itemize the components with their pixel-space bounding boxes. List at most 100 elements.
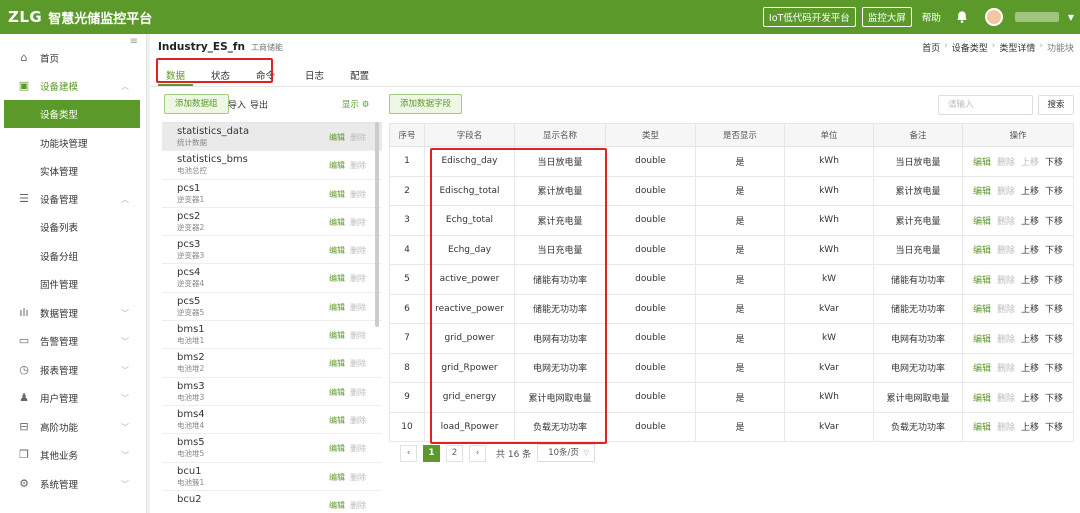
move-up-link[interactable]: 上移 xyxy=(1021,394,1039,404)
edit-link[interactable]: 编辑 xyxy=(329,388,345,397)
prev-page-button[interactable]: ‹ xyxy=(400,444,417,462)
iot-platform-button[interactable]: IoT低代码开发平台 xyxy=(762,7,856,27)
breadcrumb-home[interactable]: 首页 xyxy=(922,41,940,54)
list-item[interactable]: bms3 电池堆3 编辑 删除 xyxy=(162,378,382,406)
edit-link[interactable]: 编辑 xyxy=(973,394,991,404)
move-up-link[interactable]: 上移 xyxy=(1021,276,1039,286)
next-page-button[interactable]: › xyxy=(469,444,486,462)
delete-link[interactable]: 删除 xyxy=(350,190,366,199)
list-item[interactable]: bms2 电池堆2 编辑 删除 xyxy=(162,349,382,378)
move-down-link[interactable]: 下移 xyxy=(1045,217,1063,227)
sidebar-item-device-model[interactable]: ▣ 设备建模 ︿ xyxy=(0,72,147,100)
sidebar-item-alarm-mgmt[interactable]: ▭ 告警管理 ﹀ xyxy=(0,327,147,355)
move-down-link[interactable]: 下移 xyxy=(1045,364,1063,374)
sidebar-item-device-type[interactable]: 设备类型 xyxy=(4,100,140,128)
delete-link[interactable]: 删除 xyxy=(350,473,366,482)
sidebar-item-function-block[interactable]: 功能块管理 xyxy=(0,129,147,157)
list-item[interactable]: bms5 电池堆5 编辑 删除 xyxy=(162,434,382,463)
breadcrumb-type-detail[interactable]: 类型详情 xyxy=(999,41,1035,54)
delete-link[interactable]: 删除 xyxy=(997,217,1015,227)
tab-command[interactable]: 命令 xyxy=(248,64,283,86)
show-toggle[interactable]: 显示 ⚙ xyxy=(342,98,369,110)
delete-link[interactable]: 删除 xyxy=(350,246,366,255)
page-2-button[interactable]: 2 xyxy=(446,444,463,462)
help-link[interactable]: 帮助 xyxy=(922,10,941,24)
edit-link[interactable]: 编辑 xyxy=(329,359,345,368)
edit-link[interactable]: 编辑 xyxy=(973,187,991,197)
avatar[interactable] xyxy=(984,8,1003,26)
search-button[interactable]: 搜索 xyxy=(1038,95,1074,115)
list-item[interactable]: statistics_bms 电池总控 编辑 删除 xyxy=(162,151,382,180)
move-down-link[interactable]: 下移 xyxy=(1045,246,1063,256)
export-link[interactable]: 导出 xyxy=(250,98,268,111)
move-up-link[interactable]: 上移 xyxy=(1021,217,1039,227)
list-item[interactable]: pcs3 逆变器3 编辑 删除 xyxy=(162,236,382,265)
edit-link[interactable]: 编辑 xyxy=(973,364,991,374)
monitor-screen-button[interactable]: 监控大屏 xyxy=(861,7,912,27)
sidebar-item-report-mgmt[interactable]: ◷ 报表管理 ﹀ xyxy=(0,356,147,384)
sidebar-item-data-mgmt[interactable]: ılı 数据管理 ﹀ xyxy=(0,299,147,327)
delete-link[interactable]: 删除 xyxy=(350,303,366,312)
sidebar-item-firmware[interactable]: 固件管理 xyxy=(0,270,147,298)
list-item[interactable]: bms1 电池堆1 编辑 删除 xyxy=(162,321,382,350)
delete-link[interactable]: 删除 xyxy=(350,501,366,510)
page-size-select[interactable]: 10条/页 ▽ xyxy=(537,444,596,462)
sidebar-item-device-mgmt[interactable]: ☰ 设备管理 ︿ xyxy=(0,185,147,213)
list-scrollbar[interactable] xyxy=(375,122,379,327)
move-up-link[interactable]: 上移 xyxy=(1021,158,1039,168)
edit-link[interactable]: 编辑 xyxy=(973,335,991,345)
delete-link[interactable]: 删除 xyxy=(997,335,1015,345)
delete-link[interactable]: 删除 xyxy=(350,133,366,142)
delete-link[interactable]: 删除 xyxy=(997,246,1015,256)
add-data-field-button[interactable]: 添加数据字段 xyxy=(389,94,463,114)
sidebar-item-advanced[interactable]: ⊟ 高阶功能 ﹀ xyxy=(0,413,147,441)
delete-link[interactable]: 删除 xyxy=(997,305,1015,315)
move-up-link[interactable]: 上移 xyxy=(1021,335,1039,345)
sidebar-item-home[interactable]: ⌂ 首页 xyxy=(0,44,147,72)
delete-link[interactable]: 删除 xyxy=(997,423,1015,433)
delete-link[interactable]: 删除 xyxy=(350,161,366,170)
edit-link[interactable]: 编辑 xyxy=(329,133,345,142)
move-up-link[interactable]: 上移 xyxy=(1021,364,1039,374)
move-down-link[interactable]: 下移 xyxy=(1045,335,1063,345)
sidebar-item-user-mgmt[interactable]: ♟ 用户管理 ﹀ xyxy=(0,384,147,412)
logo[interactable]: ZLG 智慧光储监控平台 xyxy=(0,8,152,27)
breadcrumb-device-type[interactable]: 设备类型 xyxy=(952,41,988,54)
sidebar-item-system[interactable]: ⚙ 系统管理 ﹀ xyxy=(0,470,147,498)
import-link[interactable]: 导入 xyxy=(228,98,246,111)
delete-link[interactable]: 删除 xyxy=(350,444,366,453)
edit-link[interactable]: 编辑 xyxy=(973,276,991,286)
tab-config[interactable]: 配置 xyxy=(342,64,377,86)
move-down-link[interactable]: 下移 xyxy=(1045,423,1063,433)
edit-link[interactable]: 编辑 xyxy=(329,303,345,312)
edit-link[interactable]: 编辑 xyxy=(329,161,345,170)
list-item[interactable]: pcs1 逆变器1 编辑 删除 xyxy=(162,180,382,208)
delete-link[interactable]: 删除 xyxy=(350,359,366,368)
sidebar-item-device-list[interactable]: 设备列表 xyxy=(0,213,147,241)
list-item[interactable]: bcu1 电池簇1 编辑 删除 xyxy=(162,463,382,491)
edit-link[interactable]: 编辑 xyxy=(973,246,991,256)
list-item[interactable]: pcs2 逆变器2 编辑 删除 xyxy=(162,208,382,237)
tab-status[interactable]: 状态 xyxy=(203,64,238,86)
page-1-button[interactable]: 1 xyxy=(423,444,440,462)
edit-link[interactable]: 编辑 xyxy=(973,158,991,168)
list-item[interactable]: bms4 电池堆4 编辑 删除 xyxy=(162,406,382,435)
move-down-link[interactable]: 下移 xyxy=(1045,187,1063,197)
edit-link[interactable]: 编辑 xyxy=(329,501,345,510)
bell-icon[interactable] xyxy=(955,10,969,24)
chevron-down-icon[interactable]: ▼ xyxy=(1068,13,1074,22)
delete-link[interactable]: 删除 xyxy=(997,158,1015,168)
delete-link[interactable]: 删除 xyxy=(350,331,366,340)
tab-log[interactable]: 日志 xyxy=(297,64,332,86)
delete-link[interactable]: 删除 xyxy=(997,364,1015,374)
move-up-link[interactable]: 上移 xyxy=(1021,423,1039,433)
sidebar-item-entity[interactable]: 实体管理 xyxy=(0,157,147,185)
username-redacted[interactable] xyxy=(1014,12,1059,22)
edit-link[interactable]: 编辑 xyxy=(329,416,345,425)
move-down-link[interactable]: 下移 xyxy=(1045,276,1063,286)
move-up-link[interactable]: 上移 xyxy=(1021,187,1039,197)
edit-link[interactable]: 编辑 xyxy=(329,473,345,482)
delete-link[interactable]: 删除 xyxy=(997,394,1015,404)
delete-link[interactable]: 删除 xyxy=(997,187,1015,197)
edit-link[interactable]: 编辑 xyxy=(329,190,345,199)
